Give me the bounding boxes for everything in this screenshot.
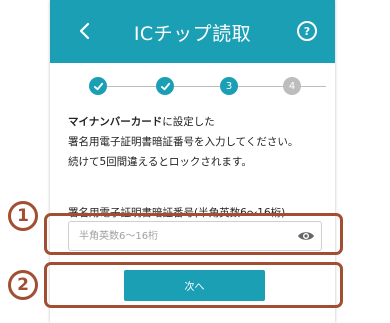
- instruction-line-1: マイナンバーカードに設定した: [68, 112, 328, 132]
- annotation-marker-2: 2: [8, 270, 38, 300]
- step-3-current: 3: [220, 77, 238, 95]
- header-bar: ICチップ読取 ?: [50, 0, 335, 63]
- highlight-box-pin-field: [44, 213, 343, 255]
- page-title: ICチップ読取: [133, 23, 252, 45]
- card-name: マイナンバーカード: [68, 116, 163, 128]
- step-indicator: 3 4: [50, 76, 335, 98]
- instruction-text: マイナンバーカードに設定した 署名用電子証明書暗証番号を入力してください。 続け…: [68, 112, 328, 172]
- step-1-done: [89, 77, 107, 95]
- check-icon: [93, 82, 103, 90]
- check-icon: [160, 82, 170, 90]
- instruction-line-2: 署名用電子証明書暗証番号を入力してください。: [68, 136, 299, 148]
- step-4-todo: 4: [283, 77, 301, 95]
- highlight-box-next-button: [44, 262, 343, 308]
- instruction-line-1-rest: に設定した: [162, 116, 215, 128]
- step-2-done: [156, 77, 174, 95]
- annotation-marker-1: 1: [8, 201, 38, 231]
- help-icon[interactable]: ?: [297, 21, 317, 41]
- instruction-line-3: 続けて5回間違えるとロックされます。: [68, 156, 252, 168]
